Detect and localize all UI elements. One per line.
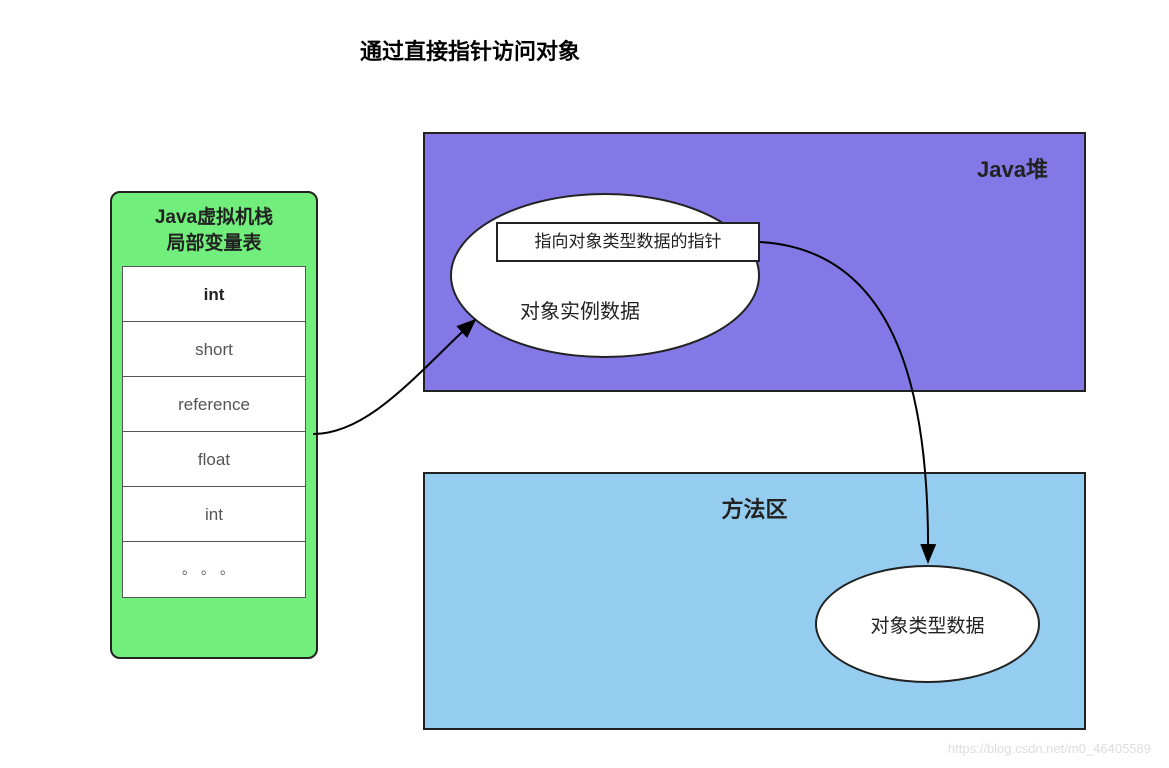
instance-data-label: 对象实例数据 — [520, 295, 640, 324]
object-type-data-ellipse: 对象类型数据 — [815, 565, 1040, 683]
stack-cell-reference: reference — [123, 377, 305, 432]
heap-title: Java堆 — [977, 152, 1048, 184]
method-area-title: 方法区 — [721, 492, 787, 524]
stack-title-line2: 局部变量表 — [166, 233, 261, 254]
type-data-label: 对象类型数据 — [870, 611, 984, 638]
diagram-title: 通过直接指针访问对象 — [360, 34, 580, 66]
stack-cell: int — [123, 487, 305, 542]
stack-cell: float — [123, 432, 305, 487]
type-pointer-box: 指向对象类型数据的指针 — [496, 222, 760, 262]
stack-title-line1: Java虚拟机栈 — [155, 207, 273, 228]
stack-cell: short — [123, 322, 305, 377]
object-instance-ellipse — [450, 193, 760, 358]
stack-title: Java虚拟机栈 局部变量表 — [122, 205, 306, 256]
watermark: https://blog.csdn.net/m0_46405589 — [948, 741, 1151, 756]
jvm-stack-box: Java虚拟机栈 局部变量表 int short reference float… — [110, 191, 318, 659]
local-var-table: int short reference float int 。。。 — [122, 266, 306, 598]
stack-cell-ellipsis: 。。。 — [123, 542, 305, 597]
stack-cell: int — [123, 267, 305, 322]
